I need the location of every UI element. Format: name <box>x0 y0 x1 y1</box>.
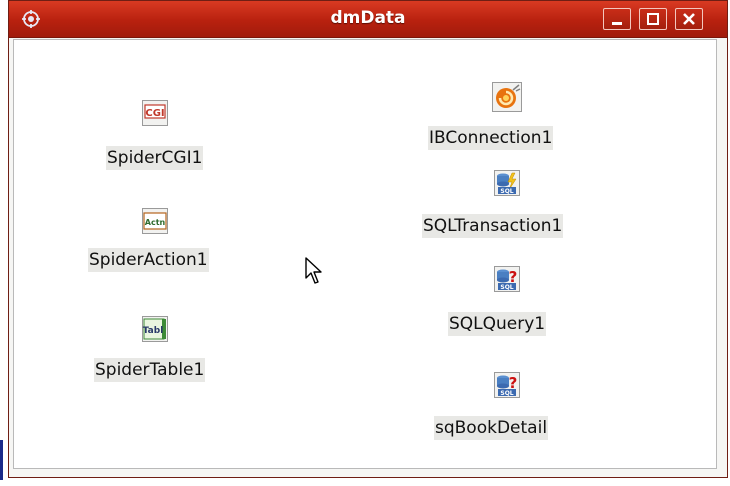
close-button[interactable] <box>675 8 703 30</box>
firebird-connection-icon <box>492 82 522 112</box>
close-icon <box>683 13 695 25</box>
component-label: SpiderTable1 <box>94 358 206 382</box>
action-icon: Actn <box>142 208 168 234</box>
background-edge <box>0 440 3 480</box>
minimize-button[interactable] <box>603 8 631 30</box>
designer-window: dmData CGI SpiderCGI1 Actn SpiderAction1… <box>8 0 728 478</box>
table-icon: Tabl <box>142 316 168 342</box>
title-bar[interactable]: dmData <box>9 1 727 38</box>
sql-transaction-icon: SQL <box>494 170 520 196</box>
svg-text:SQL: SQL <box>500 284 513 291</box>
component-label: IBConnection1 <box>428 126 554 150</box>
sql-query-icon: ? SQL <box>494 266 520 292</box>
mouse-pointer-icon <box>305 257 322 284</box>
svg-text:SQL: SQL <box>500 390 513 397</box>
maximize-icon <box>647 13 659 25</box>
component-label: SQLQuery1 <box>448 312 547 336</box>
component-label: SQLTransaction1 <box>422 214 564 238</box>
sql-query-icon: ? SQL <box>494 372 520 398</box>
cgi-icon: CGI <box>142 100 168 126</box>
component-label: sqBookDetail <box>434 416 549 440</box>
component-label: SpiderCGI1 <box>106 146 204 170</box>
svg-text:Actn: Actn <box>145 218 166 227</box>
svg-text:SQL: SQL <box>500 188 513 195</box>
maximize-button[interactable] <box>639 8 667 30</box>
svg-text:CGI: CGI <box>145 108 164 119</box>
svg-text:Tabl: Tabl <box>143 326 164 336</box>
component-label: SpiderAction1 <box>88 248 209 272</box>
minimize-icon <box>612 22 622 25</box>
data-module-canvas[interactable]: CGI SpiderCGI1 Actn SpiderAction1 Tabl S… <box>13 39 717 469</box>
